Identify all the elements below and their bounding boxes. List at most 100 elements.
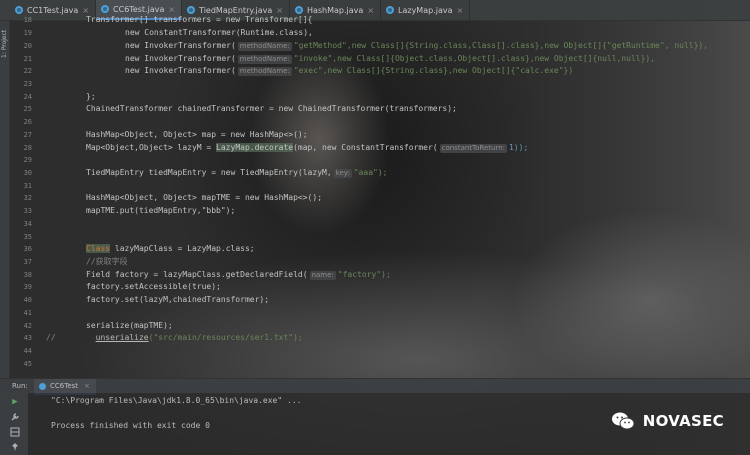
- code-text: unserialize: [95, 333, 149, 342]
- code-text: };: [86, 92, 96, 101]
- line-number: 27: [23, 131, 32, 139]
- wrench-icon[interactable]: [10, 412, 20, 422]
- code-text: "exec",new Class[]{String.class},new Obj…: [293, 66, 574, 75]
- code-text: TiedMapEntry tiedMapEntry = new TiedMapE…: [86, 168, 332, 177]
- pin-icon[interactable]: [10, 442, 20, 452]
- rerun-icon[interactable]: ▶: [10, 397, 20, 407]
- console-command: "C:\Program Files\Java\jdk1.8.0_65\bin\j…: [51, 396, 302, 405]
- run-toolbar: ▶: [0, 393, 29, 455]
- tab-label: CC1Test.java: [27, 5, 79, 15]
- code-comment: //获取字段: [86, 257, 128, 266]
- line-number: 18: [23, 16, 32, 24]
- code-text: "factory");: [337, 270, 391, 279]
- code-text: new InvokerTransformer(: [125, 66, 236, 75]
- code-line-42: serialize(mapTME);: [86, 320, 173, 332]
- line-number: 32: [23, 194, 32, 202]
- code-text: factory.setAccessible(true);: [86, 282, 221, 291]
- parameter-hint: methodName:: [237, 55, 292, 64]
- line-number: 37: [23, 258, 32, 266]
- code-line-39: factory.setAccessible(true);: [86, 281, 221, 293]
- code-keyword: Class: [86, 244, 111, 253]
- run-panel-header: Run: CC6Test ×: [0, 378, 750, 395]
- code-line-24: };: [86, 91, 96, 103]
- parameter-hint: key:: [333, 169, 352, 178]
- code-line-20: new InvokerTransformer(methodName: "getMe…: [125, 40, 708, 52]
- line-number: 34: [23, 220, 32, 228]
- run-tab-label: CC6Test: [50, 382, 79, 390]
- code-line-25: ChainedTransformer chainedTransformer = …: [86, 103, 457, 115]
- code-line-18: Transformer[] transformers = new Transfo…: [86, 14, 312, 26]
- project-label: 1: Project: [1, 29, 8, 58]
- line-number: 33: [23, 207, 32, 215]
- code-text: new InvokerTransformer(: [125, 54, 236, 63]
- code-text: HashMap<Object, Object> map = new HashMa…: [86, 130, 308, 139]
- code-line-37: //获取字段: [86, 256, 128, 268]
- code-text: new InvokerTransformer(: [125, 41, 236, 50]
- line-number: 38: [23, 271, 32, 279]
- code-line-28: Map<Object,Object> lazyM = LazyMap.decor…: [86, 142, 528, 154]
- close-icon[interactable]: ×: [84, 382, 90, 390]
- code-line-43: // unserialize("src/main/resources/ser1.t…: [46, 332, 303, 344]
- code-text: ChainedTransformer chainedTransformer = …: [86, 104, 457, 113]
- code-line-36: Class lazyMapClass = LazyMap.class;: [86, 243, 255, 255]
- line-number: 42: [23, 322, 32, 330]
- code-text: "getMethod",new Class[]{String.class,Cla…: [293, 41, 709, 50]
- line-number: 35: [23, 233, 32, 241]
- close-icon[interactable]: ×: [457, 6, 464, 15]
- line-number: 31: [23, 182, 32, 190]
- code-line-32: HashMap<Object, Object> mapTME = new Has…: [86, 192, 322, 204]
- code-line-40: factory.set(lazyM,chainedTransformer);: [86, 294, 269, 306]
- highlighted-method: LazyMap.decorate: [216, 143, 294, 152]
- code-line-38: Field factory = lazyMapClass.getDeclared…: [86, 269, 391, 281]
- java-class-icon: [15, 6, 23, 14]
- java-class-icon: [187, 6, 196, 14]
- line-number: 22: [23, 67, 32, 75]
- line-number: 44: [23, 347, 32, 355]
- tab-lazymap[interactable]: LazyMap.java ×: [381, 0, 471, 20]
- parameter-hint: constantToReturn:: [439, 144, 507, 153]
- tab-label: HashMap.java: [306, 5, 364, 15]
- line-number: 28: [23, 144, 32, 152]
- code-line-19: new ConstantTransformer(Runtime.class),: [125, 27, 313, 39]
- line-number: 29: [23, 156, 32, 164]
- java-class-icon: [294, 6, 303, 14]
- code-text: Field factory = lazyMapClass.getDeclared…: [86, 270, 308, 279]
- line-number: 23: [23, 80, 32, 88]
- code-text: lazyMapClass = LazyMap.class;: [110, 244, 255, 253]
- line-number: 45: [23, 360, 32, 368]
- code-line-27: HashMap<Object, Object> map = new HashMa…: [86, 129, 308, 141]
- close-icon[interactable]: ×: [367, 6, 374, 15]
- run-label: Run:: [12, 382, 28, 390]
- line-number: 20: [23, 42, 32, 50]
- layout-icon[interactable]: [10, 427, 20, 437]
- watermark-text: NOVASEC: [642, 412, 724, 430]
- java-class-icon: [101, 5, 110, 13]
- comment-marker: //: [46, 333, 56, 342]
- line-number: 21: [23, 55, 32, 63]
- line-number: 41: [23, 309, 32, 317]
- code-text: (map, new ConstantTransformer(: [293, 143, 438, 152]
- code-text: "aaa");: [353, 168, 388, 177]
- close-icon[interactable]: ×: [168, 5, 175, 14]
- code-editor[interactable]: Transformer[] transformers = new Transfo…: [46, 15, 746, 378]
- line-number: 36: [23, 245, 32, 253]
- parameter-hint: methodName:: [237, 42, 292, 51]
- wechat-icon: [611, 412, 635, 430]
- code-line-33: mapTME.put(tiedMapEntry,"bbb");: [86, 205, 235, 217]
- line-number: 24: [23, 93, 32, 101]
- line-number: 26: [23, 118, 32, 126]
- line-number: 40: [23, 296, 32, 304]
- tab-label: CC6Test.java: [113, 4, 165, 14]
- code-line-22: new InvokerTransformer(methodName: "exec"…: [125, 65, 573, 77]
- line-number-gutter: 18 19 20 21 22 23 24 25 26 27 28 29 30 3…: [10, 16, 38, 378]
- code-text: Map<Object,Object> lazyM =: [86, 143, 217, 152]
- code-text: HashMap<Object, Object> mapTME = new Has…: [86, 193, 323, 202]
- java-class-icon: [386, 6, 395, 14]
- code-text: new ConstantTransformer(Runtime.class),: [125, 28, 313, 37]
- parameter-hint: name:: [309, 271, 336, 280]
- watermark: NOVASEC: [611, 411, 724, 431]
- java-class-icon: [39, 382, 46, 390]
- console-result: Process finished with exit code 0: [51, 421, 210, 430]
- code-text: factory.set(lazyM,chainedTransformer);: [86, 295, 270, 304]
- code-line-21: new InvokerTransformer(methodName: "invok…: [125, 53, 655, 65]
